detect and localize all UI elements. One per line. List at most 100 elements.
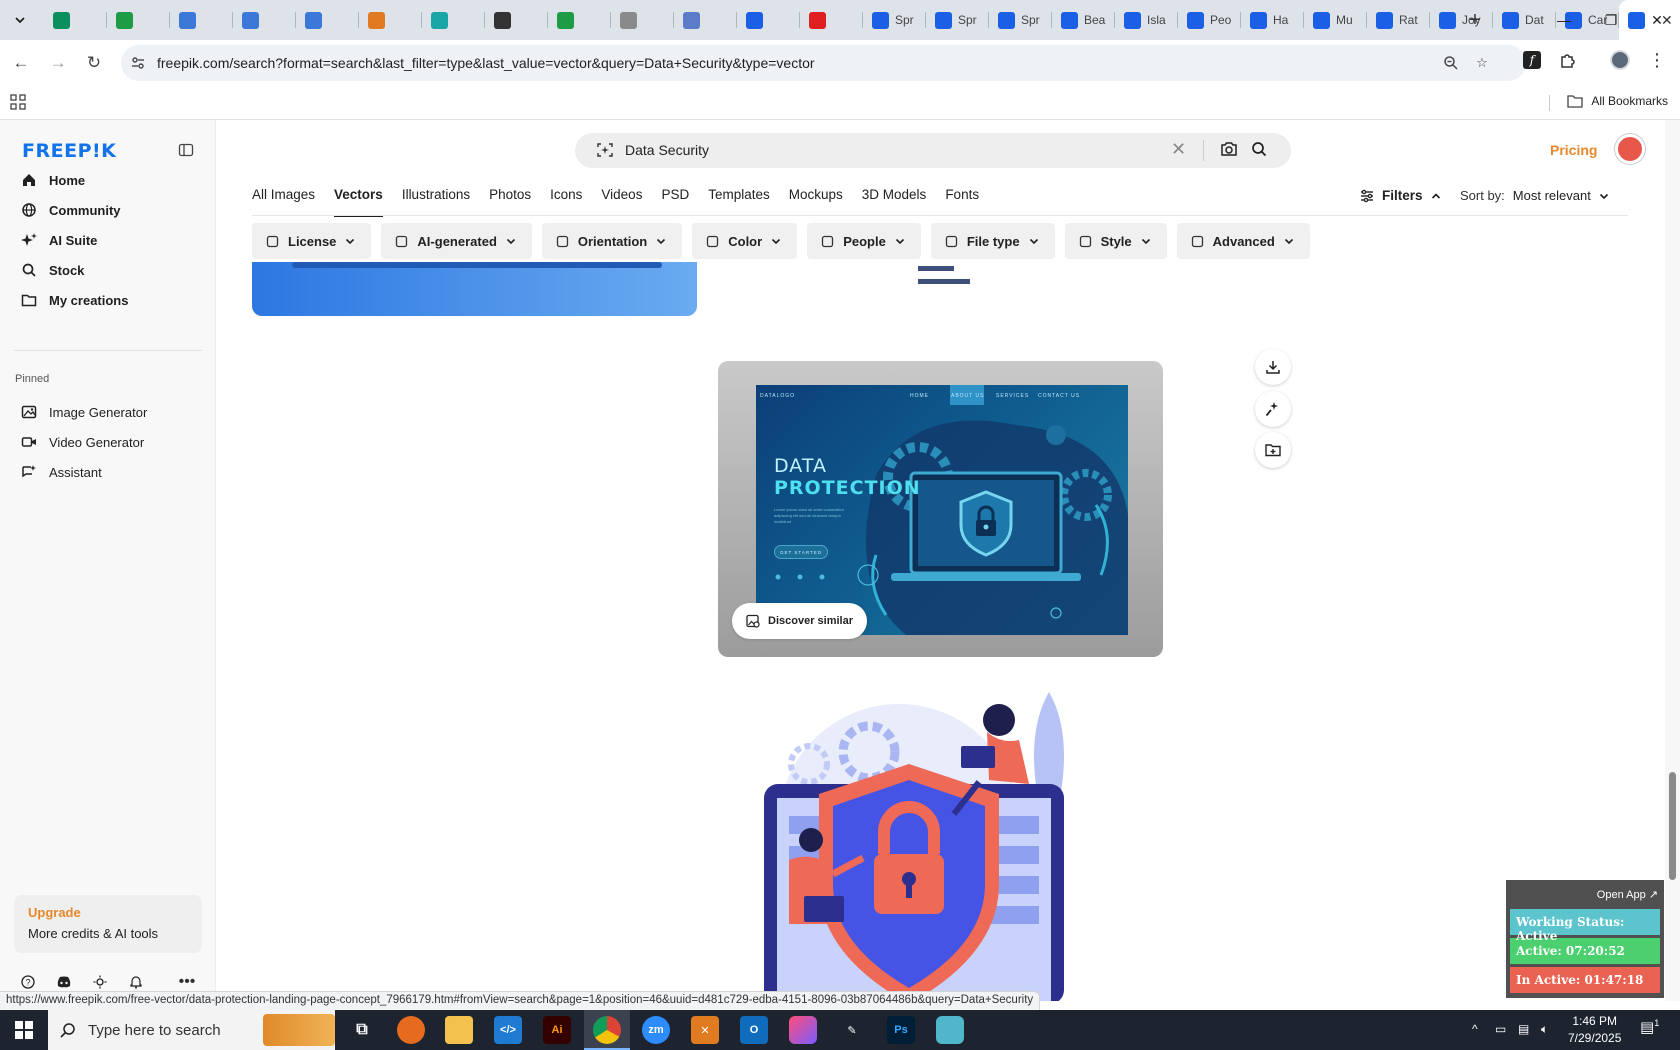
filter-chip-file-type[interactable]: File type <box>930 223 1055 259</box>
browser-tab[interactable]: Isla <box>1115 0 1178 40</box>
browser-tab[interactable]: Mu <box>1304 0 1367 40</box>
tray-overflow-icon[interactable]: ^ <box>1472 1022 1478 1036</box>
zoom-icon[interactable] <box>1441 53 1461 73</box>
tab-3d-models[interactable]: 3D Models <box>862 187 927 217</box>
browser-tab[interactable]: Bea <box>1052 0 1115 40</box>
sidebar-item-assistant[interactable]: Assistant <box>14 458 202 486</box>
browser-tab[interactable] <box>611 0 674 40</box>
result-card-partial-middle[interactable] <box>766 262 1082 292</box>
creative-cloud-icon[interactable] <box>789 1016 817 1044</box>
ai-edit-button[interactable] <box>1255 391 1291 427</box>
more-options-icon[interactable]: ••• <box>177 972 197 992</box>
browser-tab[interactable] <box>422 0 485 40</box>
vscode-icon[interactable]: </> <box>494 1016 522 1044</box>
discord-icon[interactable] <box>54 972 74 992</box>
forward-button[interactable]: → <box>45 50 71 76</box>
new-tab-button[interactable]: + <box>1463 8 1487 32</box>
upgrade-card[interactable]: Upgrade More credits & AI tools <box>14 895 202 953</box>
sidebar-item-home[interactable]: Home <box>14 166 202 194</box>
sort-dropdown[interactable]: Sort by: Most relevant <box>1460 188 1609 203</box>
filter-chip-people[interactable]: People <box>807 223 921 259</box>
browser-tab[interactable] <box>674 0 737 40</box>
tab-vectors[interactable]: Vectors <box>334 187 383 217</box>
pen-tool-icon[interactable]: ✎ <box>838 1016 866 1044</box>
firefox-icon[interactable] <box>397 1016 425 1044</box>
filter-chip-advanced[interactable]: Advanced <box>1176 223 1310 259</box>
filter-chip-style[interactable]: Style <box>1064 223 1167 259</box>
filter-chip-orientation[interactable]: Orientation <box>541 223 683 259</box>
sidebar-item-stock[interactable]: Stock <box>14 256 202 284</box>
browser-tab[interactable]: Spr <box>989 0 1052 40</box>
discover-similar-button[interactable]: Discover similar <box>732 603 867 639</box>
page-scrollbar[interactable] <box>1665 120 1680 1001</box>
network-status-icon[interactable]: ▭ <box>1495 1022 1506 1036</box>
bookmark-star-icon[interactable]: ☆ <box>1472 53 1492 73</box>
sidebar-item-image-generator[interactable]: Image Generator <box>14 398 202 426</box>
result-card-partial-left[interactable] <box>252 262 697 316</box>
zoom-app-icon[interactable]: zm <box>642 1016 670 1044</box>
xampp-icon[interactable]: ✕ <box>691 1016 719 1044</box>
tab-psd[interactable]: PSD <box>661 187 689 217</box>
tab-illustrations[interactable]: Illustrations <box>402 187 470 217</box>
browser-tab[interactable] <box>170 0 233 40</box>
taskbar-search[interactable]: Type here to search <box>48 1010 335 1050</box>
back-button[interactable]: ← <box>8 50 34 76</box>
sidebar-item-video-generator[interactable]: Video Generator <box>14 428 202 456</box>
search-input[interactable]: Data Security <box>625 142 709 158</box>
site-settings-icon[interactable] <box>129 54 147 72</box>
browser-tab[interactable] <box>44 0 107 40</box>
profile-avatar[interactable] <box>1608 48 1632 72</box>
sidebar-item-my-creations[interactable]: My creations <box>14 286 202 314</box>
tab-photos[interactable]: Photos <box>489 187 531 217</box>
browser-tab[interactable] <box>296 0 359 40</box>
filter-chip-ai-generated[interactable]: AI-generated <box>381 223 532 259</box>
browser-tab[interactable] <box>737 0 800 40</box>
url-text[interactable]: freepik.com/search?format=search&last_fi… <box>157 55 815 71</box>
result-card-security-illustration[interactable] <box>749 684 1129 1001</box>
save-to-collection-button[interactable] <box>1255 432 1291 468</box>
notifications-icon[interactable]: ▤1 <box>1640 1018 1659 1036</box>
tab-icons[interactable]: Icons <box>550 187 582 217</box>
restore-button[interactable]: ❐ <box>1588 0 1634 40</box>
theme-toggle-icon[interactable] <box>90 972 110 992</box>
wifi-icon[interactable]: ▤ <box>1518 1022 1529 1036</box>
filter-chip-color[interactable]: Color <box>692 223 798 259</box>
browser-tab[interactable]: Peo <box>1178 0 1241 40</box>
address-bar[interactable]: freepik.com/search?format=search&last_fi… <box>121 45 1526 81</box>
pricing-link[interactable]: Pricing <box>1550 142 1597 158</box>
filter-chip-license[interactable]: License <box>252 223 372 259</box>
help-icon[interactable]: ? <box>18 972 38 992</box>
start-button[interactable] <box>0 1010 48 1050</box>
bell-icon[interactable] <box>126 972 146 992</box>
result-card-data-protection[interactable]: DATALOGO HOME ABOUT US SERVICES CONTACT … <box>718 361 1163 657</box>
camera-search-icon[interactable] <box>1220 141 1238 160</box>
browser-tab[interactable]: Ha <box>1241 0 1304 40</box>
illustrator-icon[interactable]: Ai <box>543 1016 571 1044</box>
reload-button[interactable]: ↻ <box>81 50 107 76</box>
close-window-button[interactable]: ✕ <box>1634 0 1680 40</box>
ai-search-icon[interactable] <box>597 142 613 161</box>
extension-f-icon[interactable]: f <box>1520 48 1544 72</box>
outlook-icon[interactable]: O <box>740 1016 768 1044</box>
browser-tab[interactable] <box>485 0 548 40</box>
task-view-icon[interactable]: ⧉ <box>348 1016 376 1044</box>
clear-search-icon[interactable]: ✕ <box>1171 139 1186 160</box>
browser-tab[interactable]: Spr <box>926 0 989 40</box>
all-bookmarks-button[interactable]: All Bookmarks <box>1567 94 1668 108</box>
tab-search-button[interactable] <box>8 8 32 32</box>
apps-grid-icon[interactable] <box>10 94 26 113</box>
browser-tab[interactable] <box>359 0 422 40</box>
browser-tab[interactable]: Spr <box>863 0 926 40</box>
browser-tab[interactable] <box>800 0 863 40</box>
search-bar[interactable]: Data Security ✕ <box>575 133 1291 168</box>
sidebar-item-ai-suite[interactable]: AI Suite <box>14 226 202 254</box>
tab-fonts[interactable]: Fonts <box>945 187 979 217</box>
scrollbar-thumb[interactable] <box>1669 772 1676 880</box>
tab-templates[interactable]: Templates <box>708 187 770 217</box>
browser-tab[interactable] <box>233 0 296 40</box>
user-avatar[interactable] <box>1615 134 1645 164</box>
file-explorer-icon[interactable] <box>445 1016 473 1044</box>
filters-toggle-button[interactable]: Filters <box>1360 188 1441 203</box>
search-submit-icon[interactable] <box>1251 141 1267 160</box>
photoshop-icon[interactable]: Ps <box>887 1016 915 1044</box>
